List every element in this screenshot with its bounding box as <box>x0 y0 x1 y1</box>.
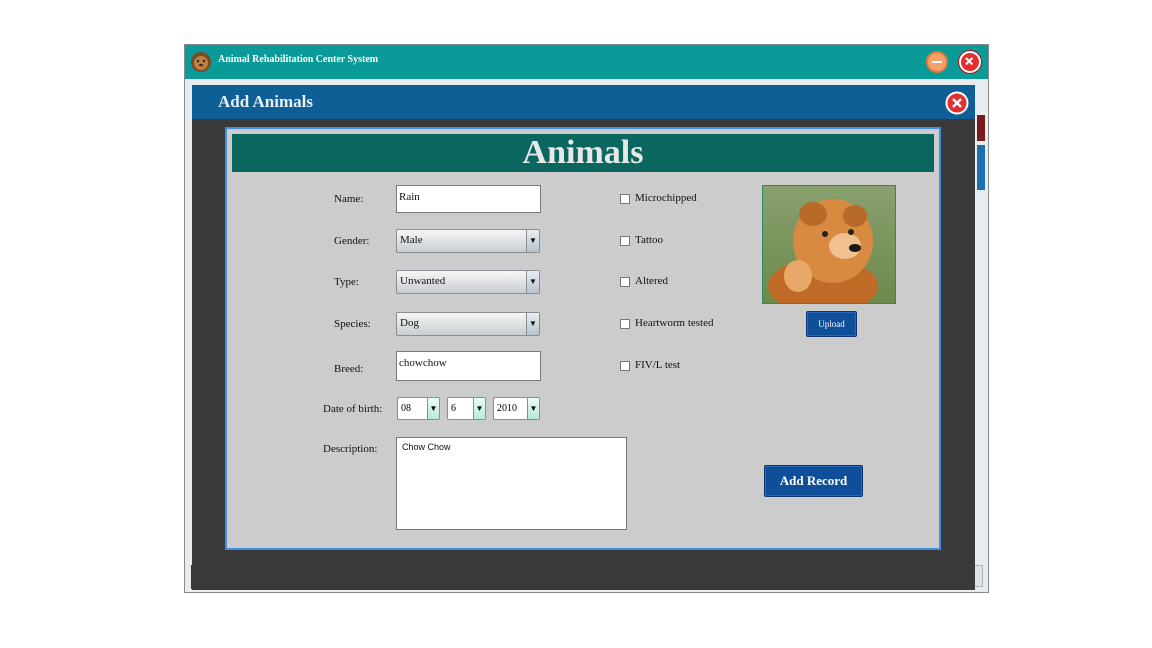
animal-photo <box>762 185 896 304</box>
gender-label: Gender: <box>334 235 370 247</box>
species-select[interactable]: Dog ▼ <box>396 312 540 336</box>
minimize-button[interactable] <box>926 51 948 73</box>
fivl-test-checkbox[interactable] <box>620 361 630 371</box>
microchipped-label: Microchipped <box>635 192 697 204</box>
dob-month-select[interactable]: 6 ▼ <box>447 397 486 420</box>
tattoo-checkbox[interactable] <box>620 236 630 246</box>
breed-label: Breed: <box>334 363 364 375</box>
animals-form-panel: Animals Name: Rain Gender: Male ▼ Type: … <box>225 127 941 550</box>
type-select[interactable]: Unwanted ▼ <box>396 270 540 294</box>
species-value: Dog <box>400 317 419 329</box>
name-input[interactable]: Rain <box>396 185 541 213</box>
type-label: Type: <box>334 276 359 288</box>
window-title: Animal Rehabilitation Center System <box>218 54 379 65</box>
heartworm-tested-checkbox[interactable] <box>620 319 630 329</box>
dialog-header: Add Animals <box>192 85 975 119</box>
fivl-test-label: FIV/L test <box>635 359 681 371</box>
dob-day-select[interactable]: 08 ▼ <box>397 397 440 420</box>
description-label: Description: <box>323 443 378 455</box>
window-close-button[interactable] <box>959 51 981 73</box>
description-textarea[interactable]: Chow Chow <box>396 437 627 530</box>
heartworm-tested-label: Heartworm tested <box>635 317 714 329</box>
upload-button[interactable]: Upload <box>806 311 857 337</box>
dob-label: Date of birth: <box>323 403 383 415</box>
altered-label: Altered <box>635 275 668 287</box>
gender-value: Male <box>400 234 423 246</box>
background-scroll-thumb <box>977 145 985 190</box>
chevron-down-icon[interactable]: ▼ <box>527 398 539 419</box>
chevron-down-icon[interactable]: ▼ <box>473 398 485 419</box>
chevron-down-icon[interactable]: ▼ <box>427 398 439 419</box>
main-window: Animal Rehabilitation Center System Add … <box>184 44 989 593</box>
dob-year-value: 2010 <box>497 403 517 414</box>
chevron-down-icon[interactable]: ▼ <box>526 271 539 293</box>
chow-chow-dog-photo <box>763 186 895 303</box>
microchipped-checkbox[interactable] <box>620 194 630 204</box>
window-titlebar[interactable]: Animal Rehabilitation Center System <box>185 45 988 79</box>
add-record-button[interactable]: Add Record <box>764 465 863 497</box>
type-value: Unwanted <box>400 275 446 287</box>
dialog-title: Add Animals <box>218 92 313 111</box>
dialog-close-button[interactable] <box>945 91 969 115</box>
breed-input[interactable]: chowchow <box>396 351 541 381</box>
name-label: Name: <box>334 193 364 205</box>
chevron-down-icon[interactable]: ▼ <box>526 230 539 252</box>
add-animals-dialog: Add Animals Animals Name: Rain Gender: M… <box>192 85 975 590</box>
panel-title: Animals <box>522 134 644 171</box>
dob-day-value: 08 <box>401 403 411 414</box>
background-tab <box>977 115 985 141</box>
panel-header: Animals <box>232 134 934 172</box>
species-label: Species: <box>334 318 371 330</box>
chevron-down-icon[interactable]: ▼ <box>526 313 539 335</box>
dob-month-value: 6 <box>451 403 456 414</box>
dog-app-icon <box>191 52 211 72</box>
gender-select[interactable]: Male ▼ <box>396 229 540 253</box>
tattoo-label: Tattoo <box>635 234 663 246</box>
altered-checkbox[interactable] <box>620 277 630 287</box>
dob-year-select[interactable]: 2010 ▼ <box>493 397 540 420</box>
